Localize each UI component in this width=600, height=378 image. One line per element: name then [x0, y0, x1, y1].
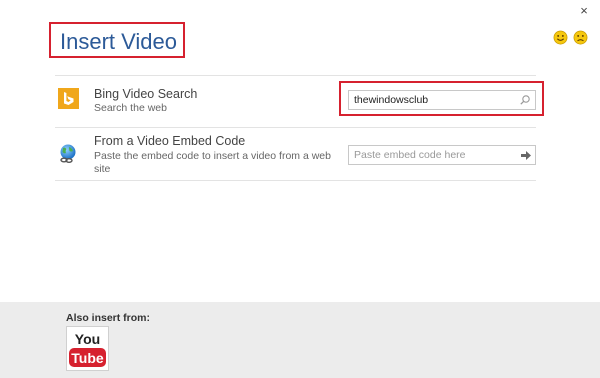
embed-source-subtitle-line1: Paste the embed code to insert a video f…: [94, 150, 331, 162]
divider-top: [55, 75, 536, 76]
bing-source-subtitle: Search the web: [94, 102, 167, 114]
insert-video-dialog: × Insert Video Bing Video Search Search …: [0, 0, 600, 378]
bing-search-input[interactable]: thewindowsclub: [348, 90, 536, 110]
embed-code-input[interactable]: Paste embed code here: [348, 145, 536, 165]
close-button[interactable]: ×: [577, 4, 591, 18]
embed-code-placeholder[interactable]: Paste embed code here: [354, 149, 466, 161]
dialog-title: Insert Video: [60, 29, 178, 54]
bing-source-title: Bing Video Search: [94, 87, 198, 101]
bing-icon: [58, 88, 79, 109]
search-icon[interactable]: [519, 94, 531, 106]
bing-search-value[interactable]: thewindowsclub: [354, 94, 428, 106]
arrow-right-icon[interactable]: [520, 150, 532, 161]
youtube-icon[interactable]: You Tube: [66, 326, 109, 371]
divider-middle: [55, 127, 536, 128]
smile-feedback-icon[interactable]: [553, 30, 568, 45]
frown-feedback-icon[interactable]: [573, 30, 588, 45]
also-insert-label: Also insert from:: [66, 312, 151, 324]
divider-bottom: [55, 180, 536, 181]
embed-source-subtitle-line2: site: [94, 163, 111, 175]
youtube-logo-top-text: You: [75, 331, 100, 347]
embed-source-title: From a Video Embed Code: [94, 134, 246, 148]
globe-link-icon: [60, 144, 76, 163]
youtube-logo-bottom-text: Tube: [71, 350, 104, 366]
